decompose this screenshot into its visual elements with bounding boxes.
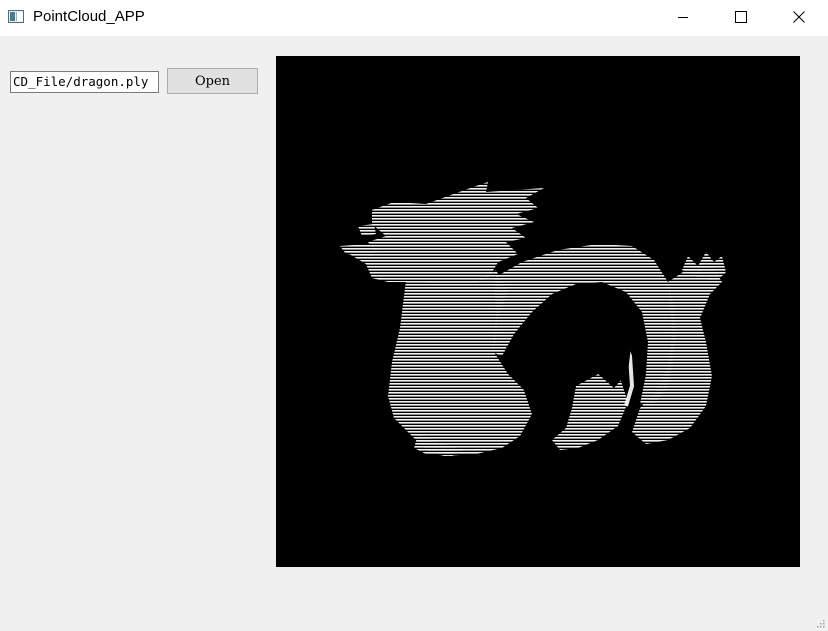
minimize-button[interactable] — [654, 0, 712, 34]
maximize-icon — [735, 11, 747, 23]
title-bar: PointCloud_APP — [0, 0, 828, 36]
resize-grip-icon[interactable] — [815, 618, 825, 628]
file-path-text: CD_File/dragon.ply — [13, 74, 149, 89]
close-button[interactable] — [770, 0, 828, 34]
window-title: PointCloud_APP — [33, 8, 145, 25]
point-cloud-viewport[interactable] — [276, 56, 800, 567]
maximize-button[interactable] — [712, 0, 770, 34]
close-icon — [793, 11, 805, 23]
dragon-point-cloud — [340, 182, 726, 456]
minimize-icon — [678, 17, 688, 18]
open-button[interactable]: Open — [167, 68, 258, 94]
app-window-icon — [8, 10, 24, 23]
file-path-field[interactable]: CD_File/dragon.ply — [10, 71, 159, 93]
